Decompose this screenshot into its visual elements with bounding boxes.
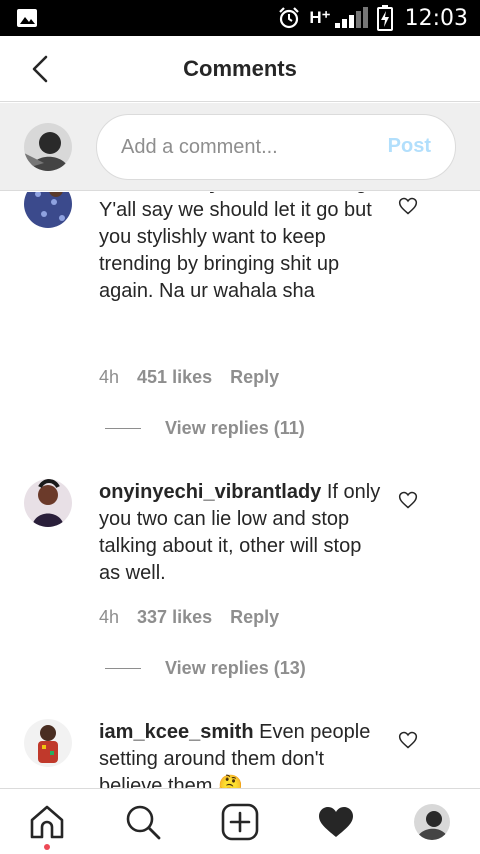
reply-button[interactable]: Reply bbox=[230, 367, 279, 388]
bottom-navigation bbox=[0, 788, 480, 854]
view-replies-button[interactable]: View replies (11) bbox=[105, 418, 305, 439]
comment-text: onyinyechi_vibrantlady If only you two c… bbox=[99, 479, 384, 587]
comment-likes[interactable]: 337 likes bbox=[137, 607, 212, 628]
status-bar: H⁺ 12:03 bbox=[0, 0, 480, 36]
search-icon[interactable] bbox=[124, 803, 162, 841]
like-heart-icon[interactable] bbox=[398, 730, 418, 750]
like-heart-icon[interactable] bbox=[398, 196, 418, 216]
activity-heart-icon[interactable] bbox=[317, 803, 355, 841]
home-icon[interactable] bbox=[28, 803, 66, 841]
comment-username[interactable]: iam_kcee_smith bbox=[99, 721, 254, 743]
comment-composer: Post bbox=[0, 103, 480, 191]
post-button[interactable]: Post bbox=[388, 135, 431, 158]
comment-input[interactable] bbox=[121, 115, 371, 179]
like-heart-icon[interactable] bbox=[398, 490, 418, 510]
divider-line bbox=[105, 668, 141, 669]
comment-meta: 4h 451 likes Reply bbox=[99, 367, 279, 388]
comment-text: damilolabiliy Am not listening. Y'all sa… bbox=[99, 192, 384, 305]
comments-list[interactable]: damilolabiliy Am not listening. Y'all sa… bbox=[0, 192, 480, 788]
view-replies-label: View replies (13) bbox=[165, 658, 306, 678]
signal-icon bbox=[334, 7, 368, 28]
commenter-avatar[interactable] bbox=[24, 479, 72, 527]
reply-button[interactable]: Reply bbox=[230, 607, 279, 628]
profile-avatar[interactable] bbox=[414, 804, 450, 840]
active-tab-dot bbox=[44, 844, 50, 850]
view-replies-button[interactable]: View replies (13) bbox=[105, 658, 306, 679]
comment-input-field[interactable]: Post bbox=[96, 114, 456, 180]
new-post-icon[interactable] bbox=[221, 803, 259, 841]
view-replies-label: View replies (11) bbox=[165, 418, 305, 438]
commenter-avatar[interactable] bbox=[24, 719, 72, 767]
network-type: H⁺ bbox=[309, 8, 331, 27]
clock: 12:03 bbox=[404, 5, 468, 31]
page-title: Comments bbox=[183, 56, 297, 81]
divider-line bbox=[105, 428, 141, 429]
commenter-avatar[interactable] bbox=[24, 192, 72, 228]
comment-time: 4h bbox=[99, 367, 120, 387]
gallery-icon bbox=[17, 9, 37, 27]
comment-username[interactable]: onyinyechi_vibrantlady bbox=[99, 481, 321, 503]
comment-time: 4h bbox=[99, 607, 120, 627]
comment-text: iam_kcee_smith Even people setting aroun… bbox=[99, 719, 384, 788]
comment-likes[interactable]: 451 likes bbox=[137, 367, 212, 388]
comment-username[interactable]: damilolabiliy bbox=[99, 192, 220, 194]
current-user-avatar bbox=[24, 123, 72, 171]
comment-body: Am not listening. Y'all say we should le… bbox=[99, 192, 372, 302]
battery-charging-icon bbox=[376, 5, 393, 31]
comments-header: Comments bbox=[0, 36, 480, 102]
comment-meta: 4h 337 likes Reply bbox=[99, 607, 279, 628]
alarm-icon bbox=[279, 7, 300, 29]
